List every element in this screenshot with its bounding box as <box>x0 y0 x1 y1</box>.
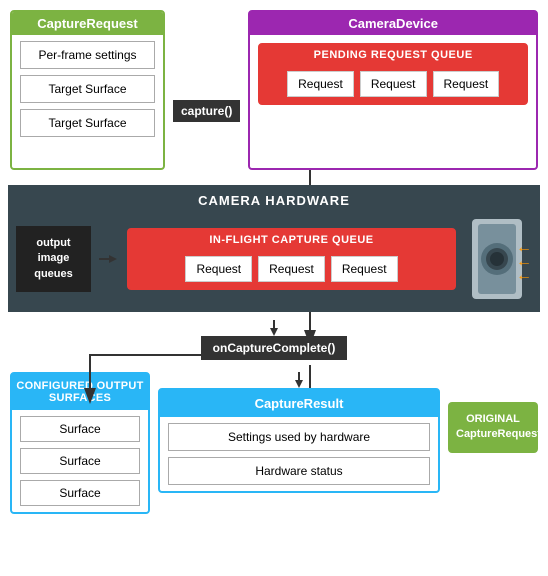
bottom-section: CONFIGURED OUTPUTSURFACES Surface Surfac… <box>0 366 548 524</box>
original-capture-request: ORIGINAL CaptureRequest <box>448 402 538 453</box>
output-queues-label: output imagequeues <box>16 226 91 292</box>
camera-device-title: CameraDevice <box>250 12 536 35</box>
pending-request-2: Request <box>433 71 500 97</box>
capture-request-box: CaptureRequest Per-frame settings Target… <box>10 10 165 170</box>
top-section: CaptureRequest Per-frame settings Target… <box>0 0 548 185</box>
hardware-title: CAMERA HARDWARE <box>16 191 532 214</box>
pending-queue-box: PENDING REQUEST QUEUE Request Request Re… <box>258 43 528 105</box>
inflight-box: IN-FLIGHT CAPTURE QUEUE Request Request … <box>127 228 456 290</box>
configured-surfaces-title: CONFIGURED OUTPUTSURFACES <box>12 374 148 410</box>
pending-request-0: Request <box>287 71 354 97</box>
svg-text:←: ← <box>516 267 532 284</box>
capture-result-item-1: Hardware status <box>168 457 430 485</box>
surface-item-2: Surface <box>20 480 140 506</box>
down-arrow-1 <box>267 320 281 336</box>
camera-device-box: CameraDevice PENDING REQUEST QUEUE Reque… <box>248 10 538 170</box>
capture-request-title: CaptureRequest <box>12 12 163 35</box>
pending-queue-title: PENDING REQUEST QUEUE <box>260 45 526 65</box>
pending-request-1: Request <box>360 71 427 97</box>
inflight-request-2: Request <box>331 256 398 282</box>
capture-request-item-1: Target Surface <box>20 75 155 103</box>
capture-complete-area: onCaptureComplete() <box>0 312 548 366</box>
configured-surfaces-box: CONFIGURED OUTPUTSURFACES Surface Surfac… <box>10 372 150 514</box>
inflight-items-row: Request Request Request <box>129 250 454 288</box>
pending-requests-row: Request Request Request <box>260 65 526 103</box>
hardware-section: CAMERA HARDWARE output imagequeues IN-FL… <box>8 185 540 312</box>
inflight-title: IN-FLIGHT CAPTURE QUEUE <box>129 230 454 250</box>
inflight-request-0: Request <box>185 256 252 282</box>
capture-result-item-0: Settings used by hardware <box>168 423 430 451</box>
down-arrow-2 <box>292 372 306 388</box>
camera-icon: ← ← ← <box>464 214 532 304</box>
inflight-request-1: Request <box>258 256 325 282</box>
capture-request-item-2: Target Surface <box>20 109 155 137</box>
hardware-inner: output imagequeues IN-FLIGHT CAPTURE QUE… <box>16 214 532 304</box>
capture-label: capture() <box>173 100 240 122</box>
queue-arrow <box>99 249 119 269</box>
surface-item-0: Surface <box>20 416 140 442</box>
surface-item-1: Surface <box>20 448 140 474</box>
capture-request-item-0: Per-frame settings <box>20 41 155 69</box>
capture-complete-label: onCaptureComplete() <box>201 336 348 360</box>
capture-result-box: CaptureResult Settings used by hardware … <box>158 388 440 493</box>
capture-result-title: CaptureResult <box>160 390 438 417</box>
